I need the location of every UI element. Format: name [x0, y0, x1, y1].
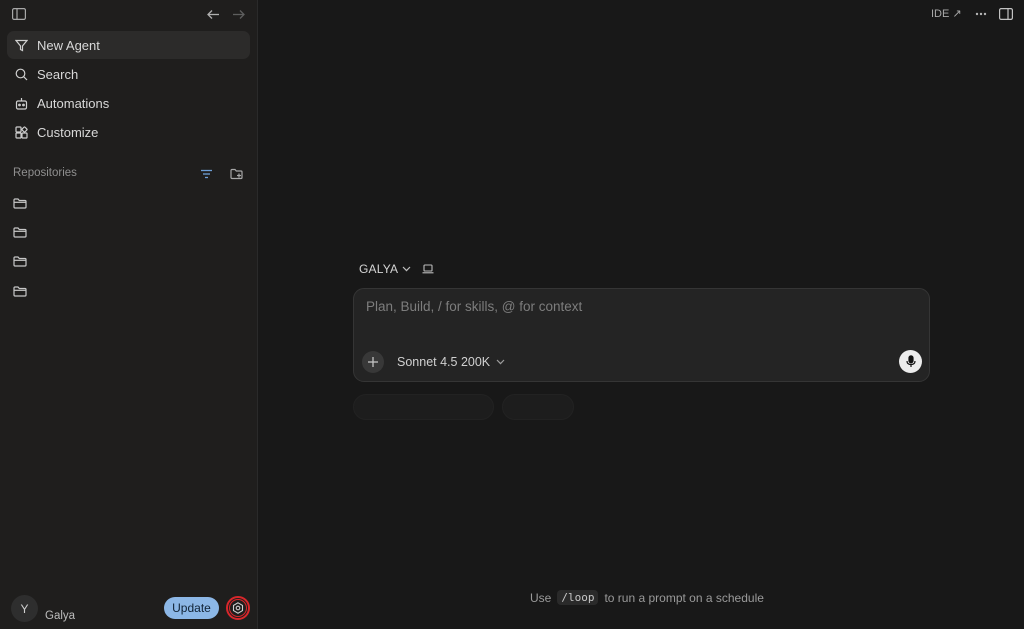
repository-item[interactable]: [13, 283, 243, 303]
folder-icon: [13, 225, 27, 243]
settings-gear-icon: [229, 599, 247, 617]
repositories-heading: Repositories: [13, 167, 77, 179]
forward-arrow-icon[interactable]: [230, 6, 246, 22]
laptop-icon[interactable]: [422, 264, 434, 274]
microphone-button[interactable]: [899, 350, 922, 373]
add-folder-icon[interactable]: [229, 166, 245, 182]
model-selector[interactable]: Sonnet 4.5 200K: [397, 355, 505, 369]
loop-hint: Use /loop to run a prompt on a schedule: [530, 590, 764, 605]
nav-label: Customize: [37, 124, 99, 140]
search-icon: [14, 67, 28, 81]
plus-icon: [367, 356, 379, 368]
nav-label: Automations: [37, 95, 110, 111]
hint-prefix: Use: [530, 590, 552, 605]
workspace-selector[interactable]: GALYA: [359, 262, 434, 276]
avatar[interactable]: Y: [11, 595, 38, 622]
model-name: Sonnet 4.5 200K: [397, 355, 491, 369]
suggestion-chip[interactable]: [353, 394, 494, 420]
suggestion-chip[interactable]: [502, 394, 574, 420]
ide-label: IDE ↗: [931, 8, 962, 20]
repository-item[interactable]: [13, 253, 243, 273]
hint-command: /loop: [557, 590, 599, 605]
microphone-icon: [905, 355, 916, 368]
update-button[interactable]: Update: [164, 597, 219, 619]
prompt-input[interactable]: Plan, Build, / for skills, @ for context: [366, 299, 582, 314]
nav-item-new-agent[interactable]: New Agent: [7, 31, 250, 59]
nav-item-search[interactable]: Search: [7, 60, 250, 88]
workspace-name: GALYA: [359, 262, 399, 276]
more-options-icon[interactable]: [972, 7, 990, 21]
folder-icon: [13, 254, 27, 272]
nav-label: Search: [37, 66, 79, 82]
repository-item[interactable]: [13, 224, 243, 244]
back-arrow-icon[interactable]: [205, 6, 221, 22]
add-attachment-button[interactable]: [362, 351, 384, 373]
prompt-composer[interactable]: Plan, Build, / for skills, @ for context…: [353, 288, 930, 382]
folder-icon: [13, 284, 27, 302]
nav-label: New Agent: [37, 37, 100, 53]
chevron-down-icon: [402, 266, 411, 272]
customize-icon: [14, 125, 28, 139]
chevron-down-icon: [496, 359, 505, 365]
nav-item-automations[interactable]: Automations: [7, 89, 250, 117]
toggle-sidebar-icon[interactable]: [11, 6, 27, 22]
filter-icon[interactable]: [198, 167, 214, 181]
hint-suffix: to run a prompt on a schedule: [604, 590, 764, 605]
new-agent-icon: [14, 38, 28, 52]
sidebar: New Agent Search Automations Customize R…: [0, 0, 258, 629]
automations-icon: [14, 96, 28, 110]
repository-item[interactable]: [13, 195, 243, 215]
ide-link[interactable]: IDE ↗: [931, 7, 962, 20]
settings-button[interactable]: [226, 596, 250, 620]
nav-item-customize[interactable]: Customize: [7, 118, 250, 146]
user-name: Galya: [45, 610, 76, 622]
toggle-panel-icon[interactable]: [997, 6, 1015, 22]
folder-icon: [13, 196, 27, 214]
